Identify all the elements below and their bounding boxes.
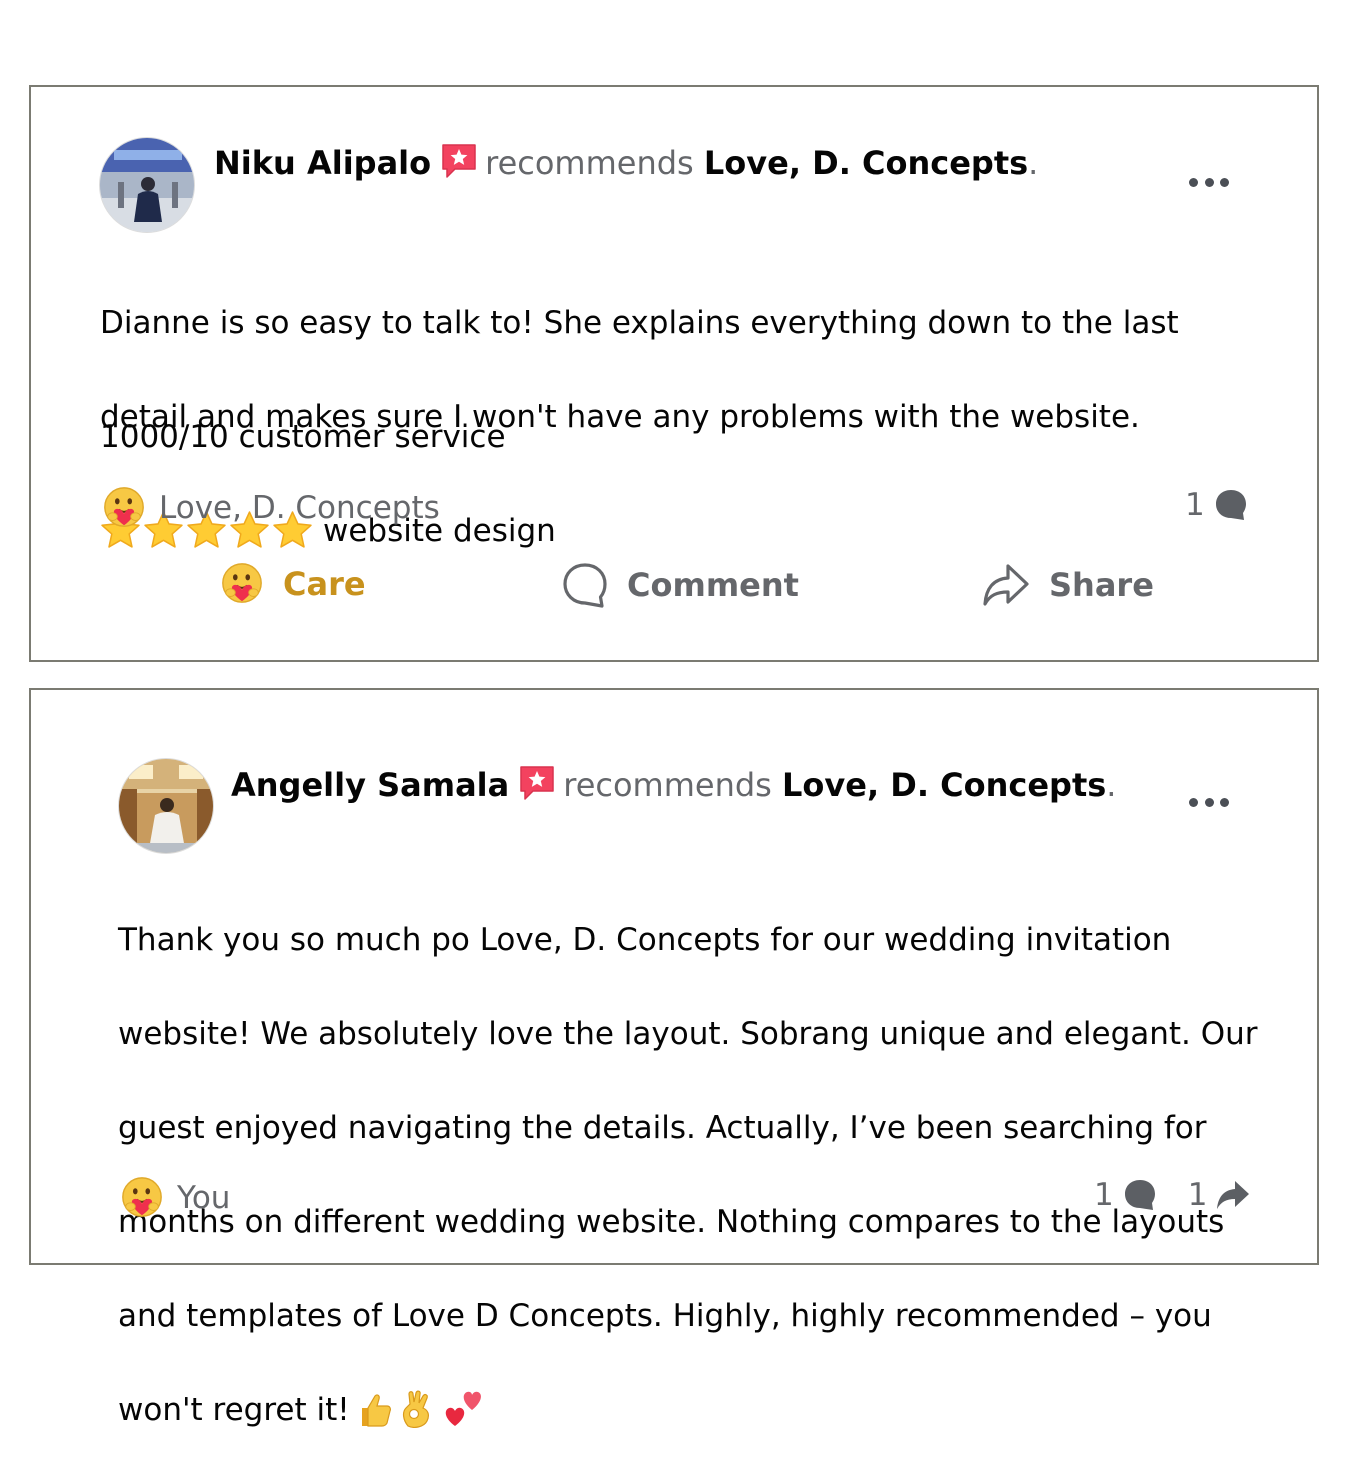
- comment-count[interactable]: 1: [1094, 1177, 1158, 1213]
- reactor-name: You: [177, 1180, 231, 1216]
- body-line: Dianne is so easy to talk to! She explai…: [100, 305, 1179, 341]
- dot-icon: [1220, 797, 1229, 807]
- dot-icon: [1189, 177, 1198, 187]
- care-label: Care: [283, 565, 366, 603]
- more-options-button[interactable]: [1189, 796, 1229, 808]
- more-options-button[interactable]: [1189, 176, 1229, 188]
- post-header: Angelly Samala recommends Love, D. Concep…: [231, 763, 1116, 805]
- avatar-image: [119, 759, 213, 853]
- page-name-link[interactable]: Love, D. Concepts: [782, 766, 1106, 804]
- recommends-text: recommends: [563, 766, 772, 804]
- review-card-2: Angelly Samala recommends Love, D. Concep…: [29, 688, 1319, 1428]
- body-line-last: won't regret it!: [118, 1387, 1258, 1434]
- avatar[interactable]: [118, 758, 214, 854]
- body-line: 1000/10 customer service: [100, 419, 506, 455]
- reactions-summary[interactable]: You: [119, 1175, 230, 1221]
- share-button[interactable]: Share: [981, 561, 1154, 609]
- share-count[interactable]: 1: [1188, 1177, 1252, 1213]
- post-header: Niku Alipalo recommends Love, D. Concepts…: [214, 141, 1038, 183]
- care-reaction-icon: [219, 561, 265, 607]
- two-hearts-emoji-icon: [445, 1391, 481, 1426]
- thumbs-up-emoji-icon: [361, 1394, 391, 1427]
- body-line: guest enjoyed navigating the details. Ac…: [118, 1110, 1207, 1146]
- comment-count-value: 1: [1094, 1177, 1114, 1213]
- body-line: months on different wedding website. Not…: [118, 1204, 1225, 1240]
- author-name[interactable]: Niku Alipalo: [214, 144, 431, 182]
- comment-bubble-icon: [1213, 487, 1249, 523]
- comment-button[interactable]: Comment: [561, 561, 799, 609]
- dot-icon: [1220, 177, 1229, 187]
- care-button[interactable]: Care: [219, 561, 366, 607]
- dot-icon: [1204, 177, 1214, 187]
- dot-icon: [1189, 797, 1198, 807]
- care-reaction-icon: [119, 1175, 165, 1221]
- comment-icon: [563, 563, 607, 608]
- page-name-link[interactable]: Love, D. Concepts: [704, 144, 1028, 182]
- recommends-text: recommends: [485, 144, 694, 182]
- share-icon: [983, 564, 1029, 606]
- share-arrow-icon: [1215, 1177, 1251, 1213]
- body-line: and templates of Love D Concepts. Highly…: [118, 1298, 1212, 1334]
- period: .: [1028, 144, 1039, 182]
- share-label: Share: [1049, 566, 1154, 604]
- comment-label: Comment: [627, 566, 799, 604]
- comment-bubble-icon: [1122, 1177, 1158, 1213]
- recommendation-badge-icon: [439, 141, 479, 181]
- body-line: Thank you so much po Love, D. Concepts f…: [118, 922, 1172, 958]
- reactor-name: Love, D. Concepts: [159, 490, 440, 526]
- share-count-value: 1: [1187, 1177, 1208, 1213]
- comment-count-value: 1: [1185, 487, 1205, 523]
- review-card-1: Niku Alipalo recommends Love, D. Concepts…: [29, 85, 1319, 662]
- author-name[interactable]: Angelly Samala: [231, 766, 509, 804]
- reactions-summary[interactable]: Love, D. Concepts: [101, 485, 440, 531]
- comment-count[interactable]: 1: [1185, 487, 1249, 523]
- engagement-counts[interactable]: 1 1: [1094, 1177, 1251, 1213]
- ok-hand-emoji-icon: [402, 1390, 429, 1428]
- avatar[interactable]: [99, 137, 195, 233]
- dot-icon: [1204, 797, 1214, 807]
- body-line: won't regret it!: [118, 1392, 350, 1428]
- body-line: website! We absolutely love the layout. …: [118, 1016, 1258, 1052]
- period: .: [1106, 766, 1117, 804]
- engagement-counts[interactable]: 1: [1185, 487, 1249, 523]
- post-body: Thank you so much po Love, D. Concepts f…: [118, 870, 1258, 1481]
- avatar-image: [100, 138, 194, 232]
- recommendation-badge-icon: [517, 763, 557, 803]
- care-reaction-icon: [101, 485, 147, 531]
